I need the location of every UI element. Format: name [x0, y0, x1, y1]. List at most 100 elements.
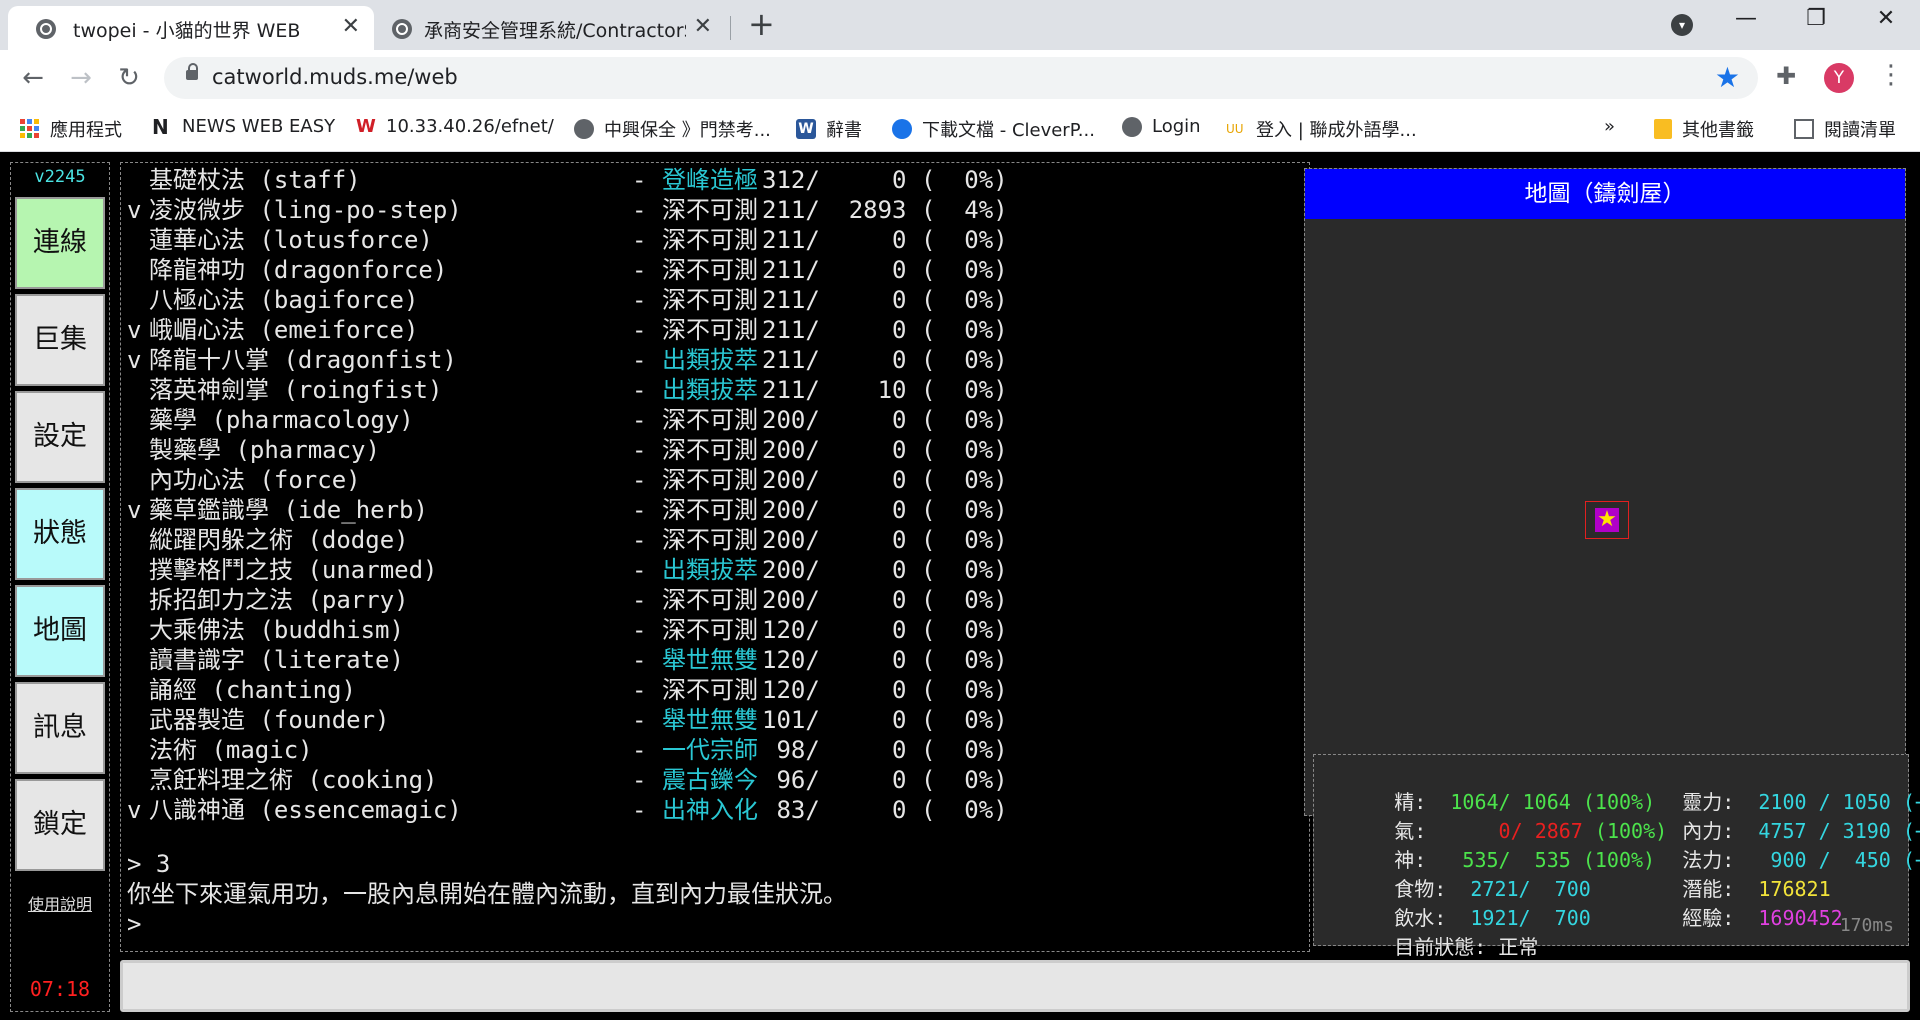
skill-level: 98/ 0 ( 0%): [762, 736, 1008, 764]
kebab-menu-icon[interactable]: ⋮: [1878, 60, 1904, 90]
status-button[interactable]: 狀態: [15, 488, 105, 580]
bookmark-star-icon[interactable]: ★: [1715, 61, 1740, 94]
bookmark-label: Login: [1152, 116, 1201, 137]
forward-icon[interactable]: →: [64, 62, 98, 94]
skill-separator: -: [632, 256, 647, 284]
skill-flag: [127, 255, 149, 285]
skill-separator: -: [632, 286, 647, 314]
bookmark-apps[interactable]: 應用程式: [20, 116, 122, 142]
minimize-icon[interactable]: —: [1726, 6, 1766, 31]
skill-name: 製藥學 (pharmacy): [149, 436, 380, 464]
skill-flag: [127, 465, 149, 495]
bookmark-dictionary[interactable]: W 辭書: [796, 116, 862, 142]
bookmark-news-web-easy[interactable]: N NEWS WEB EASY: [152, 116, 335, 137]
nw-logo-icon: N: [152, 114, 169, 139]
skill-flag: [127, 555, 149, 585]
reload-icon[interactable]: ↻: [112, 62, 146, 94]
restore-icon[interactable]: ❐: [1796, 6, 1836, 31]
skill-name: 讀書識字 (literate): [149, 646, 404, 674]
bookmark-login[interactable]: Login: [1122, 116, 1201, 137]
skill-flag: [127, 225, 149, 255]
skill-rank: 舉世無雙: [662, 706, 758, 734]
browser-toolbar: ← → ↻ catworld.muds.me/web ★ ✚ Y ⋮: [0, 50, 1920, 106]
skill-rank: 深不可測: [662, 316, 758, 344]
skill-flag: [127, 615, 149, 645]
reading-list[interactable]: 閱讀清單: [1794, 116, 1896, 142]
skill-rank: 深不可測: [662, 256, 758, 284]
skill-level: 211/ 0 ( 0%): [762, 226, 1008, 254]
lock-icon: [186, 63, 198, 80]
tab-title: 承商安全管理系統/ContractorSa: [424, 20, 686, 42]
skill-separator: -: [632, 226, 647, 254]
skill-flag: [127, 525, 149, 555]
globe-icon: [36, 19, 56, 39]
bookmarks-overflow-button[interactable]: »: [1604, 116, 1615, 137]
skill-name: 藥草鑑識學 (ide_herb): [149, 496, 428, 524]
skill-level: 312/ 0 ( 0%): [762, 166, 1008, 194]
skill-rank: 出類拔萃: [662, 556, 758, 584]
lock-button[interactable]: 鎖定: [15, 779, 105, 871]
terminal-output[interactable]: 基礎杖法 (staff) - 登峰造極 312/ 0 ( 0%) v 凌波微步 (ling…: [120, 162, 1310, 952]
skill-rank: 一代宗師: [662, 736, 758, 764]
tab-contractor[interactable]: 承商安全管理系統/ContractorSa ✕: [376, 6, 726, 50]
bookmark-cleverpdf[interactable]: 下載文檔 - CleverP...: [892, 116, 1095, 142]
connect-button[interactable]: 連線: [15, 197, 105, 289]
extensions-icon[interactable]: ✚: [1776, 62, 1796, 90]
address-bar[interactable]: catworld.muds.me/web ★: [164, 57, 1758, 99]
messages-button[interactable]: 訊息: [15, 682, 105, 774]
map-room[interactable]: ★: [1585, 501, 1629, 539]
red-logo-icon: W: [356, 115, 376, 137]
bookmark-label: 應用程式: [50, 120, 122, 141]
tab-search-icon[interactable]: ▾: [1671, 14, 1693, 36]
mud-client: v2245 連線 巨集 設定 狀態 地圖 訊息 鎖定 使用說明 07:18 基礎…: [0, 152, 1920, 1020]
help-link[interactable]: 使用說明: [11, 891, 109, 915]
close-window-icon[interactable]: ✕: [1866, 6, 1906, 31]
skill-flag: [127, 675, 149, 705]
map-panel: 地圖（鑄劍屋） ★: [1304, 168, 1906, 816]
cleverpdf-icon: [892, 119, 912, 139]
bookmark-label: 登入 | 聯成外語學...: [1256, 120, 1417, 141]
server-message: 你坐下來運氣用功，一股內息開始在體內流動，直到內力最佳狀況。: [127, 880, 847, 908]
bookmark-label: 辭書: [826, 120, 862, 141]
map-title: 地圖（鑄劍屋）: [1305, 169, 1905, 219]
skill-row: v 凌波微步 (ling-po-step) - 深不可測 211/ 2893 ( 4%): [127, 195, 1008, 225]
url-text: catworld.muds.me/web: [212, 65, 458, 89]
other-bookmarks[interactable]: 其他書籤: [1654, 116, 1754, 142]
skill-name: 拆招卸力之法 (parry): [149, 586, 409, 614]
bookmark-language-school[interactable]: UU 登入 | 聯成外語學...: [1226, 116, 1417, 142]
skill-flag: [127, 435, 149, 465]
skill-name: 烹飪料理之術 (cooking): [149, 766, 438, 794]
settings-button[interactable]: 設定: [15, 391, 105, 483]
command-echo: > 3: [127, 850, 171, 878]
skill-rank: 深不可測: [662, 436, 758, 464]
skill-name: 落英神劍掌 (roingfist): [149, 376, 443, 404]
skill-separator: -: [632, 556, 647, 584]
skill-flag: [127, 165, 149, 195]
close-tab-icon[interactable]: ✕: [694, 14, 712, 39]
skill-name: 縱躍閃躲之術 (dodge): [149, 526, 409, 554]
reading-list-icon: [1794, 119, 1814, 139]
skill-rank: 深不可測: [662, 586, 758, 614]
prompt: >: [127, 910, 142, 938]
skill-rank: 深不可測: [662, 616, 758, 644]
skill-rank: 深不可測: [662, 496, 758, 524]
bookmark-security[interactable]: 中興保全 》門禁考...: [574, 116, 771, 142]
skill-separator: -: [632, 376, 647, 404]
skill-rank: 深不可測: [662, 466, 758, 494]
skill-row: 縱躍閃躲之術 (dodge) - 深不可測 200/ 0 ( 0%): [127, 525, 1008, 555]
avatar[interactable]: Y: [1824, 63, 1854, 93]
back-icon[interactable]: ←: [16, 62, 50, 94]
skill-name: 蓮華心法 (lotusforce): [149, 226, 433, 254]
tab-twopei[interactable]: twopei - 小貓的世界 WEB ✕: [8, 6, 374, 50]
skill-flag: [127, 705, 149, 735]
bookmark-efnet[interactable]: W 10.33.40.26/efnet/: [356, 116, 554, 137]
skill-level: 211/ 0 ( 0%): [762, 316, 1008, 344]
new-tab-button[interactable]: +: [748, 8, 775, 40]
skill-rank: 出類拔萃: [662, 346, 758, 374]
map-button[interactable]: 地圖: [15, 585, 105, 677]
skill-separator: -: [632, 316, 647, 344]
command-input[interactable]: [120, 960, 1910, 1012]
macro-button[interactable]: 巨集: [15, 294, 105, 386]
skill-row: 降龍神功 (dragonforce) - 深不可測 211/ 0 ( 0%): [127, 255, 1008, 285]
close-tab-icon[interactable]: ✕: [342, 14, 360, 39]
